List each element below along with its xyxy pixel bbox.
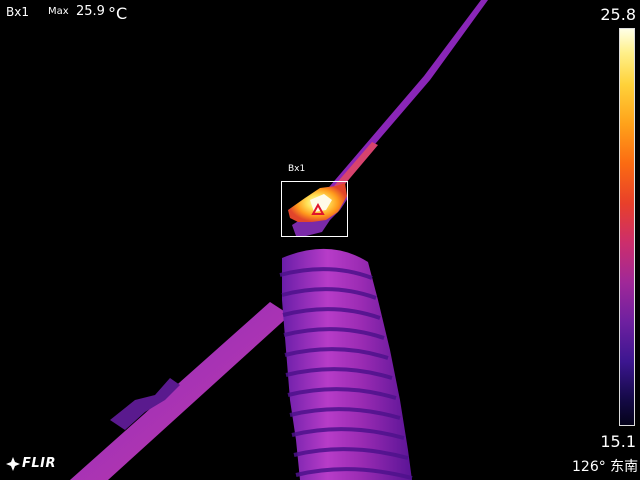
insulator-body: [282, 248, 412, 480]
temperature-unit: °C: [108, 4, 128, 23]
diagonal-arm: [70, 302, 290, 480]
thermal-image: [70, 0, 488, 480]
max-label: Max: [48, 6, 69, 17]
box-id-label: Bx1: [6, 5, 29, 19]
scale-min-value: 15.1: [600, 432, 636, 451]
max-temperature-value: 25.9: [76, 4, 105, 19]
flir-logo-icon: [6, 456, 20, 471]
compass-heading: 126° 东南: [572, 459, 639, 475]
measurement-box-label: Bx1: [288, 164, 306, 174]
scale-max-value: 25.8: [600, 5, 636, 24]
upper-conductor: [318, 0, 488, 205]
measurement-box: [281, 181, 348, 237]
logo-text: FLIR: [22, 456, 57, 471]
flir-logo: FLIR: [6, 456, 56, 471]
color-scale-bar: [619, 28, 635, 426]
